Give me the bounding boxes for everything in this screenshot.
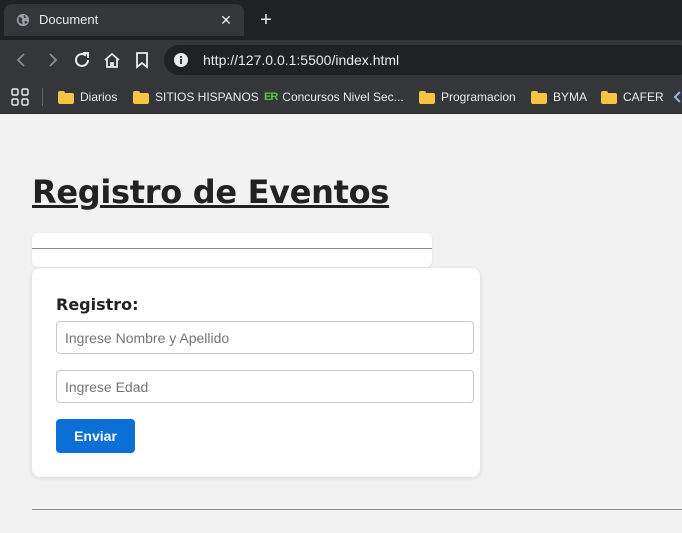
divider bbox=[32, 509, 682, 510]
globe-icon bbox=[16, 13, 30, 27]
arrow-left-icon bbox=[16, 53, 25, 67]
bookmark-diarios[interactable]: Diarios bbox=[58, 86, 117, 108]
folder-icon bbox=[419, 90, 435, 104]
home-icon bbox=[104, 52, 120, 68]
close-tab-icon[interactable]: ✕ bbox=[216, 10, 236, 30]
url-text: http://127.0.0.1:5500/index.html bbox=[203, 52, 400, 68]
folder-icon bbox=[601, 90, 617, 104]
bookmark-label: BYMA bbox=[553, 90, 588, 104]
tab-document[interactable]: Document ✕ bbox=[4, 4, 244, 36]
bookmark-byma[interactable]: BYMA bbox=[531, 86, 587, 108]
tab-strip: Document ✕ + bbox=[0, 0, 682, 40]
bookmark-label: Concursos Nivel Sec... bbox=[282, 90, 404, 104]
address-bar[interactable]: http://127.0.0.1:5500/index.html bbox=[164, 45, 682, 75]
reload-button[interactable] bbox=[70, 48, 94, 72]
submit-button[interactable]: Enviar bbox=[56, 419, 135, 453]
home-button[interactable] bbox=[100, 48, 124, 72]
page-title: Registro de Eventos bbox=[32, 173, 390, 211]
folder-icon bbox=[58, 90, 74, 104]
bookmark-label: SITIOS HISPANOS bbox=[155, 90, 259, 104]
bookmark-overflow-icon[interactable] bbox=[672, 90, 682, 104]
bookmark-label: CAFER bbox=[623, 90, 664, 104]
apps-grid-icon[interactable] bbox=[11, 88, 29, 106]
er-logo-icon: ER bbox=[264, 91, 278, 103]
bookmark-label: Programacion bbox=[441, 90, 516, 104]
bookmarks-separator bbox=[42, 88, 43, 106]
bookmark-label: Diarios bbox=[80, 90, 118, 104]
reload-icon bbox=[75, 52, 89, 67]
registration-form: Registro: Enviar bbox=[32, 268, 480, 477]
age-input[interactable] bbox=[56, 370, 474, 403]
folder-icon bbox=[531, 90, 547, 104]
bookmark-sitios-hispanos[interactable]: SITIOS HISPANOS bbox=[133, 86, 259, 108]
page-content: Registro de Eventos Registro: Enviar bbox=[0, 115, 682, 533]
forward-button[interactable] bbox=[40, 48, 64, 72]
tab-title: Document bbox=[39, 12, 99, 27]
bookmark-icon bbox=[136, 52, 148, 69]
bookmark-cafer[interactable]: CAFER bbox=[601, 86, 664, 108]
new-tab-button[interactable]: + bbox=[254, 8, 278, 32]
bookmarks-bar: Diarios SITIOS HISPANOS ER Concursos Niv… bbox=[0, 80, 682, 114]
bookmark-button[interactable] bbox=[130, 48, 154, 72]
name-input[interactable] bbox=[56, 321, 474, 354]
browser-toolbar: http://127.0.0.1:5500/index.html bbox=[0, 40, 682, 80]
bookmark-concursos[interactable]: ER Concursos Nivel Sec... bbox=[264, 86, 404, 108]
form-heading: Registro: bbox=[56, 295, 139, 314]
divider bbox=[32, 248, 432, 249]
events-list-card bbox=[32, 233, 432, 267]
info-icon[interactable] bbox=[174, 53, 188, 67]
bookmark-programacion[interactable]: Programacion bbox=[419, 86, 516, 108]
back-button[interactable] bbox=[10, 48, 34, 72]
arrow-right-icon bbox=[49, 53, 58, 67]
folder-icon bbox=[133, 90, 149, 104]
